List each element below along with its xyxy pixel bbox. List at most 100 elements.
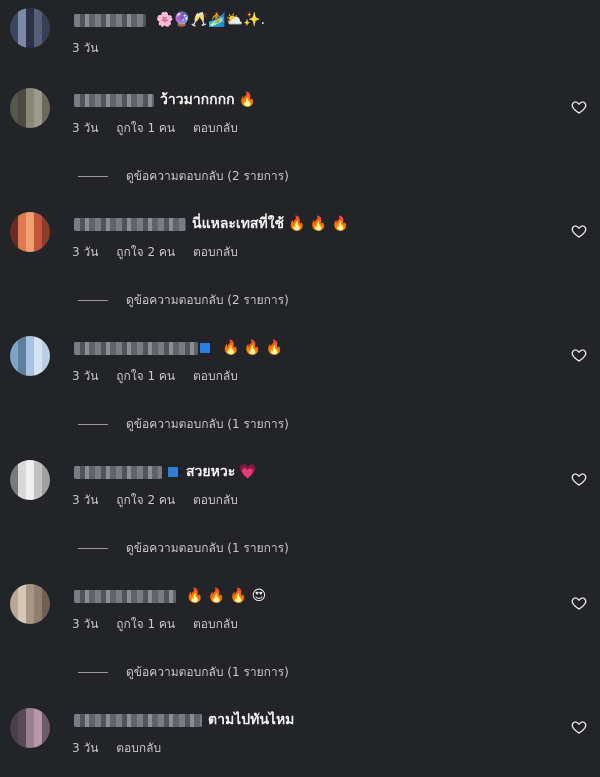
username-blurred[interactable] [74, 713, 202, 727]
view-replies-button[interactable]: ดูข้อความตอบกลับ (1 รายการ) [78, 663, 289, 682]
reply-button[interactable]: ตอบกลับ [193, 493, 238, 507]
avatar[interactable] [10, 212, 50, 252]
comment-time: 3 วัน [72, 741, 99, 755]
username-blurred[interactable] [74, 13, 146, 27]
view-replies-button[interactable]: ดูข้อความตอบกลับ (2 รายการ) [78, 291, 289, 310]
divider-line [78, 548, 108, 549]
avatar-pixel [10, 120, 18, 128]
comment-emojis: 🔥 🔥 🔥 [288, 216, 350, 232]
heart-icon[interactable] [571, 99, 587, 115]
comment-time: 3 วัน [72, 617, 99, 631]
likes-count[interactable]: ถูกใจ 2 คน [116, 493, 175, 507]
comment-emojis: 🔥 🔥 🔥 [222, 340, 284, 356]
avatar-pixel [42, 476, 50, 484]
avatar[interactable] [10, 88, 50, 128]
username-blurred[interactable] [74, 217, 186, 231]
avatar-pixel [18, 32, 26, 40]
avatar-pixel [10, 360, 18, 368]
avatar-pixel [42, 24, 50, 32]
avatar-pixel [42, 32, 50, 40]
likes-count[interactable]: ถูกใจ 1 คน [116, 617, 175, 631]
avatar-pixel [26, 732, 34, 740]
avatar-pixel [10, 344, 18, 352]
avatar-pixel [18, 244, 26, 252]
avatar[interactable] [10, 8, 50, 48]
heart-icon[interactable] [571, 223, 587, 239]
avatar[interactable] [10, 460, 50, 500]
reply-button[interactable]: ตอบกลับ [116, 741, 161, 755]
comment-text: ตามไปทันไหม [208, 712, 295, 728]
avatar-pixel [18, 716, 26, 724]
avatar-pixel [42, 104, 50, 112]
avatar-pixel [42, 212, 50, 220]
avatar-pixel [18, 88, 26, 96]
avatar-pixel [26, 228, 34, 236]
avatar-pixel [26, 484, 34, 492]
username-blurred[interactable] [74, 465, 162, 479]
avatar-pixel [10, 40, 18, 48]
comment-meta: 3 วัน ถูกใจ 2 คน ตอบกลับ [72, 491, 252, 510]
reply-button[interactable]: ตอบกลับ [193, 121, 238, 135]
avatar-pixel [18, 336, 26, 344]
avatar-pixel [42, 96, 50, 104]
avatar-pixel [10, 724, 18, 732]
avatar-pixel [34, 220, 42, 228]
likes-count[interactable]: ถูกใจ 2 คน [116, 245, 175, 259]
heart-icon[interactable] [571, 471, 587, 487]
avatar-pixel [34, 244, 42, 252]
avatar-pixel [10, 88, 18, 96]
avatar-pixel [10, 716, 18, 724]
view-replies-label: ดูข้อความตอบกลับ (2 รายการ) [126, 293, 289, 307]
avatar-pixel [18, 484, 26, 492]
avatar[interactable] [10, 336, 50, 376]
avatar-pixel [10, 732, 18, 740]
username-blurred[interactable] [74, 341, 198, 355]
avatar-pixel [18, 16, 26, 24]
view-replies-label: ดูข้อความตอบกลับ (1 รายการ) [126, 541, 289, 555]
divider-line [78, 300, 108, 301]
verified-badge-icon [168, 467, 178, 477]
avatar-pixel [34, 32, 42, 40]
comment-meta: 3 วัน ตอบกลับ [72, 739, 175, 758]
view-replies-button[interactable]: ดูข้อความตอบกลับ (1 รายการ) [78, 539, 289, 558]
avatar-pixel [18, 344, 26, 352]
avatar-pixel [34, 104, 42, 112]
avatar-pixel [10, 740, 18, 748]
avatar-pixel [18, 8, 26, 16]
heart-icon[interactable] [571, 347, 587, 363]
comment-time: 3 วัน [72, 245, 99, 259]
avatar-pixel [34, 40, 42, 48]
avatar-pixel [42, 468, 50, 476]
avatar-pixel [10, 32, 18, 40]
likes-count[interactable]: ถูกใจ 1 คน [116, 369, 175, 383]
avatar-pixel [42, 716, 50, 724]
username-blurred[interactable] [74, 589, 176, 603]
avatar-pixel [18, 732, 26, 740]
reply-button[interactable]: ตอบกลับ [193, 617, 238, 631]
avatar-pixel [18, 236, 26, 244]
likes-count[interactable]: ถูกใจ 1 คน [116, 121, 175, 135]
avatar-pixel [10, 584, 18, 592]
avatar-pixel [10, 492, 18, 500]
avatar-pixel [18, 368, 26, 376]
avatar-pixel [18, 740, 26, 748]
heart-icon[interactable] [571, 719, 587, 735]
avatar[interactable] [10, 584, 50, 624]
view-replies-button[interactable]: ดูข้อความตอบกลับ (2 รายการ) [78, 167, 289, 186]
comment-emojis: 🌸🔮🥂🏄⛅✨. [156, 12, 266, 28]
avatar-pixel [26, 460, 34, 468]
avatar-pixel [42, 112, 50, 120]
reply-button[interactable]: ตอบกลับ [193, 245, 238, 259]
reply-button[interactable]: ตอบกลับ [193, 369, 238, 383]
divider-line [78, 672, 108, 673]
comment-text: ว้าวมากกกก [160, 92, 235, 108]
avatar-pixel [42, 336, 50, 344]
avatar[interactable] [10, 708, 50, 748]
view-replies-button[interactable]: ดูข้อความตอบกลับ (1 รายการ) [78, 415, 289, 434]
avatar-pixel [34, 112, 42, 120]
comment-text: สวยหวะ [186, 464, 236, 480]
avatar-pixel [34, 360, 42, 368]
heart-icon[interactable] [571, 595, 587, 611]
username-blurred[interactable] [74, 93, 154, 107]
avatar-pixel [10, 476, 18, 484]
